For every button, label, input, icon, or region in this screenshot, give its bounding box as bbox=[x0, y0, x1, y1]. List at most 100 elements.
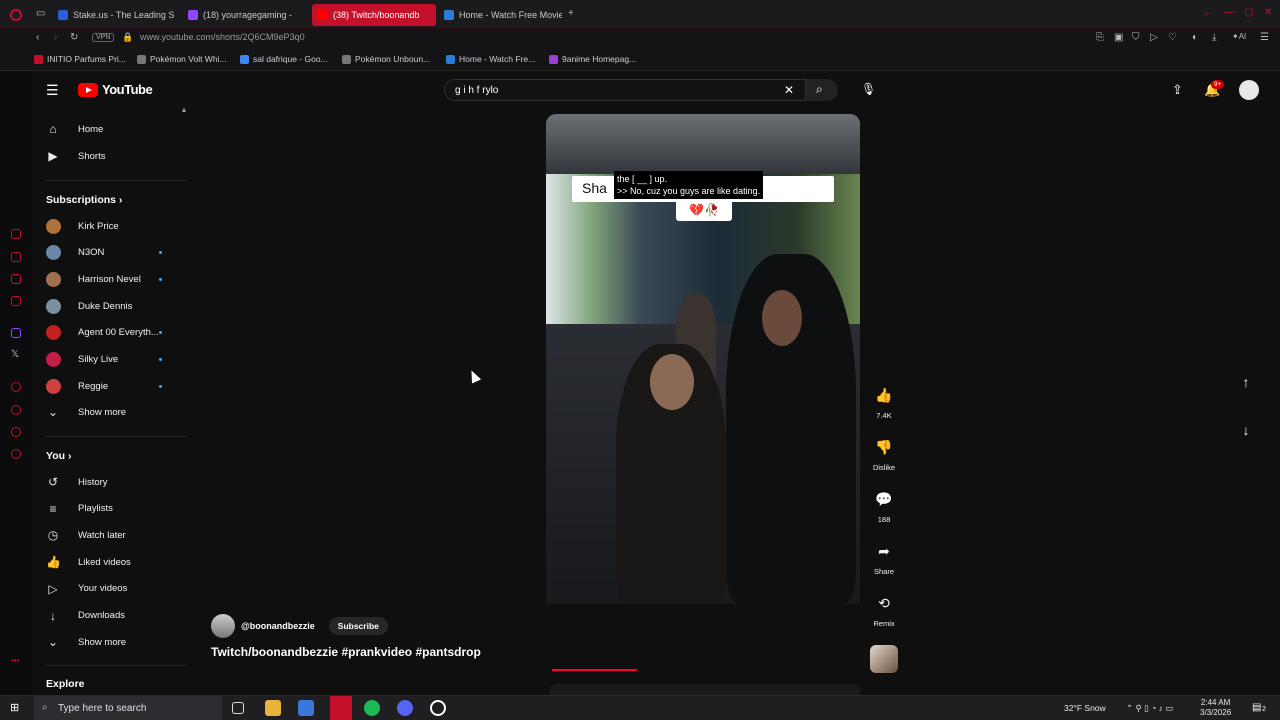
bookmark-item[interactable]: INITIO Parfums Pri... bbox=[34, 54, 126, 64]
downloads-icon[interactable]: ⤓ bbox=[1212, 33, 1216, 43]
bookmark-item[interactable]: Pokémon Unboun... bbox=[342, 54, 430, 64]
microphone-icon[interactable]: 🎙 bbox=[861, 83, 876, 95]
next-short-arrow-icon[interactable]: ↓ bbox=[1236, 422, 1256, 442]
sidebar-item[interactable]: ⌂ Home bbox=[32, 117, 182, 141]
vpn-badge[interactable]: VPN bbox=[92, 33, 115, 42]
sidebar-item[interactable]: ▷ Your videos bbox=[32, 577, 182, 601]
forward-icon[interactable]: › bbox=[54, 33, 57, 43]
youtube-logo[interactable]: YouTube bbox=[78, 82, 153, 97]
menu-icon[interactable]: ☰ bbox=[1260, 33, 1269, 43]
sidebar-item[interactable]: Silky Live bbox=[32, 348, 182, 372]
subscribe-button[interactable]: Subscribe bbox=[328, 617, 388, 635]
task-view-icon[interactable] bbox=[232, 702, 244, 714]
search-tabs-icon[interactable]: ⌕ bbox=[1204, 9, 1210, 19]
sidebar-item[interactable]: ◷ Watch later bbox=[32, 523, 182, 547]
rail-app-icon[interactable] bbox=[11, 229, 21, 239]
subscriptions-heading[interactable]: Subscriptions › bbox=[46, 194, 122, 206]
channel-name[interactable]: @boonandbezzie bbox=[241, 621, 315, 631]
comments-button[interactable]: 💬 bbox=[869, 484, 899, 514]
url-field[interactable]: www.youtube.com/shorts/2Q6CM9eP3q0 bbox=[140, 32, 305, 42]
browser-tab[interactable]: (18) yourragegaming - bbox=[182, 4, 304, 26]
store-icon[interactable] bbox=[298, 700, 314, 716]
sound-thumbnail[interactable] bbox=[870, 645, 898, 673]
video-progress-bar[interactable] bbox=[552, 669, 637, 671]
sidebar-item[interactable]: ▶ Shorts bbox=[32, 144, 182, 168]
maximize-icon[interactable]: ▢ bbox=[1244, 8, 1253, 18]
bookmark-item[interactable]: 9anime Homepag... bbox=[549, 54, 636, 64]
ai-icon[interactable]: ✦AI bbox=[1232, 33, 1246, 41]
hamburger-menu-icon[interactable]: ☰ bbox=[46, 83, 59, 97]
home-icon: ⌂ bbox=[49, 122, 57, 136]
file-explorer-icon[interactable] bbox=[265, 700, 281, 716]
screenshot-icon[interactable]: ▣ bbox=[1114, 33, 1123, 43]
rail-app-icon[interactable] bbox=[11, 296, 21, 306]
explore-heading[interactable]: Explore bbox=[46, 678, 85, 690]
sidebar-item[interactable]: N3ON bbox=[32, 241, 182, 265]
heart-icon[interactable]: ♡ bbox=[1168, 33, 1177, 43]
sidebar-item[interactable]: ≡ Playlists bbox=[32, 497, 182, 521]
twitch-icon[interactable] bbox=[11, 328, 21, 338]
search-button[interactable]: ⌕ bbox=[806, 79, 838, 101]
bookmark-item[interactable]: Home - Watch Fre... bbox=[446, 54, 535, 64]
browser-tab[interactable]: (38) Twitch/boonandb bbox=[312, 4, 436, 26]
weather-widget[interactable]: 32°F Snow bbox=[1064, 703, 1106, 713]
x-icon[interactable]: 𝕏 bbox=[11, 350, 19, 360]
collapse-arrow-icon[interactable]: ▴ bbox=[182, 106, 186, 114]
bookmark-item[interactable]: sal dafrique - Goo... bbox=[240, 54, 328, 64]
taskbar-search-input[interactable]: ⌕ Type here to search bbox=[34, 696, 222, 720]
upload-icon[interactable]: ⇪ bbox=[1172, 83, 1183, 96]
sidebar-item[interactable]: ⌄ Show more bbox=[32, 400, 182, 424]
player-icon[interactable]: ▷ bbox=[1150, 33, 1158, 43]
bookmark-item[interactable]: Pokémon Volt Whi... bbox=[137, 54, 227, 64]
discord-icon[interactable] bbox=[397, 700, 413, 716]
windows-start-icon[interactable]: ⊞ bbox=[10, 703, 19, 714]
sidebar-item[interactable]: Kirk Price bbox=[32, 214, 182, 238]
opera-logo-icon[interactable] bbox=[10, 9, 22, 21]
like-button[interactable]: 👍 bbox=[869, 380, 899, 410]
sidebar-item[interactable]: Reggie bbox=[32, 374, 182, 398]
tray-icons[interactable]: ⌃ ⚲ ▯ ◔ ♪ ▭ bbox=[1126, 703, 1173, 714]
video-title[interactable]: Twitch/boonandbezzie #prankvideo #pantsd… bbox=[211, 645, 481, 659]
clock[interactable]: 2:44 AM 3/3/2026 bbox=[1200, 698, 1231, 718]
spotify-icon[interactable] bbox=[11, 382, 21, 392]
profile-icon[interactable]: ◐ bbox=[1192, 33, 1198, 43]
remix-button[interactable]: ⟲ bbox=[869, 588, 899, 618]
previous-short-arrow-icon[interactable]: ↑ bbox=[1236, 374, 1256, 394]
rail-app-icon[interactable] bbox=[11, 427, 21, 437]
video-emoji-overlay: 💔🥀 bbox=[676, 199, 732, 221]
you-heading[interactable]: You › bbox=[46, 450, 71, 462]
sidebar-item[interactable]: Harrison Nevel bbox=[32, 267, 182, 291]
sidebar-item[interactable]: Agent 00 Everyth... bbox=[32, 321, 182, 345]
snapshot-icon[interactable]: ⎘ bbox=[1096, 33, 1104, 43]
minimize-icon[interactable]: — bbox=[1224, 8, 1234, 18]
notification-center-icon[interactable]: ▤ bbox=[1252, 703, 1261, 713]
dislike-button[interactable]: 👎 bbox=[869, 432, 899, 462]
rail-app-icon[interactable] bbox=[11, 274, 21, 284]
opera-taskbar-icon[interactable] bbox=[330, 696, 352, 720]
account-avatar[interactable] bbox=[1239, 80, 1259, 100]
share-button[interactable]: ➦ bbox=[869, 536, 899, 566]
browser-tab[interactable]: Home - Watch Free Movie bbox=[438, 4, 562, 26]
sidebar-item[interactable]: ⌄ Show more bbox=[32, 630, 182, 654]
sidebar-item[interactable]: 👍 Liked videos bbox=[32, 550, 182, 574]
remix-icon: ⟲ bbox=[878, 595, 890, 611]
spotify-icon[interactable] bbox=[364, 700, 380, 716]
opera-gx-icon[interactable] bbox=[430, 700, 446, 716]
sidebar-item[interactable]: ↺ History bbox=[32, 470, 182, 494]
sidebar-item[interactable]: ↓ Downloads bbox=[32, 604, 182, 628]
shield-icon[interactable]: ⛉ bbox=[1132, 33, 1140, 43]
channel-avatar[interactable] bbox=[211, 614, 235, 638]
search-input[interactable]: g i h f rylo bbox=[444, 79, 806, 101]
history-rail-icon[interactable] bbox=[11, 405, 21, 415]
close-window-icon[interactable]: ✕ bbox=[1264, 8, 1272, 18]
reload-icon[interactable]: ↻ bbox=[70, 33, 78, 43]
settings-rail-icon[interactable] bbox=[11, 449, 21, 459]
back-icon[interactable]: ‹ bbox=[36, 33, 39, 43]
new-tab-icon[interactable]: + bbox=[568, 9, 574, 19]
clear-search-icon[interactable]: ✕ bbox=[784, 84, 794, 96]
rail-app-icon[interactable] bbox=[11, 252, 21, 262]
more-icon[interactable]: ••• bbox=[11, 657, 19, 665]
tab-overview-icon[interactable]: ▭ bbox=[36, 9, 45, 19]
browser-tab[interactable]: Stake.us - The Leading So bbox=[52, 4, 174, 26]
sidebar-item[interactable]: Duke Dennis bbox=[32, 294, 182, 318]
